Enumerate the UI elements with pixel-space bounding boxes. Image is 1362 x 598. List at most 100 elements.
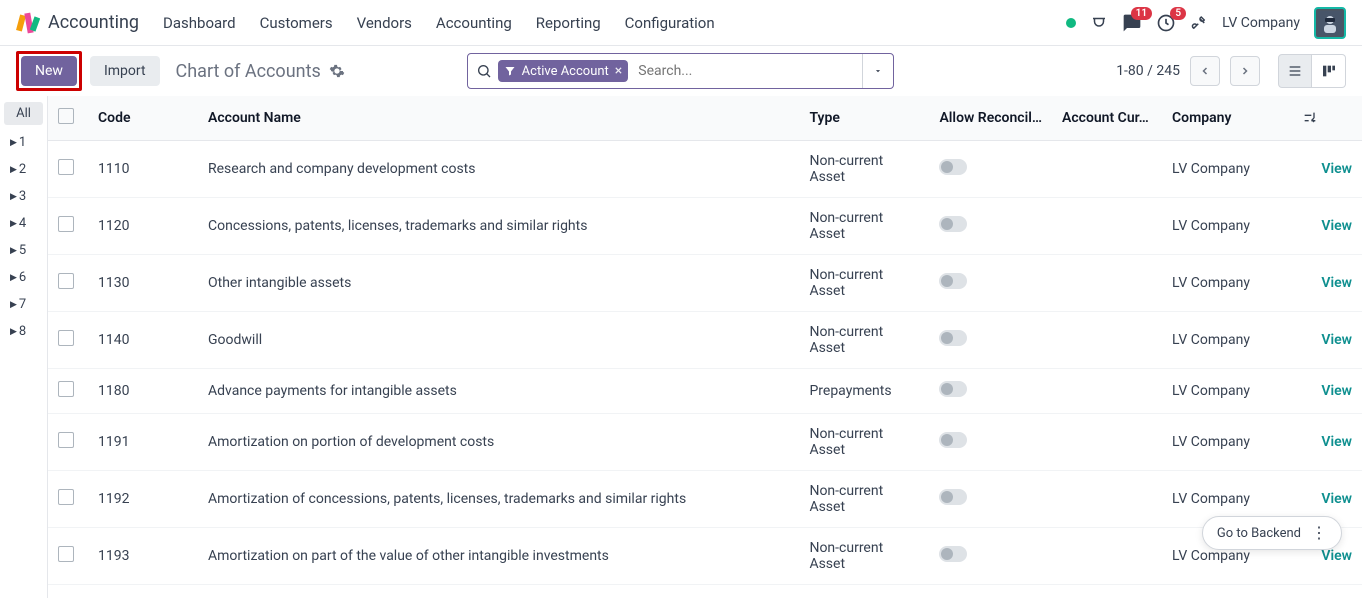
select-all-checkbox[interactable] bbox=[58, 108, 74, 124]
cell-company: LV Company bbox=[1162, 369, 1292, 414]
caret-right-icon: ▶ bbox=[10, 165, 17, 175]
table-row[interactable]: 1130Other intangible assetsNon-current A… bbox=[48, 255, 1362, 312]
view-link[interactable]: View bbox=[1321, 491, 1352, 507]
accounts-table-wrap[interactable]: Code Account Name Type Allow Reconcil… A… bbox=[48, 96, 1362, 598]
col-reconcile[interactable]: Allow Reconcil… bbox=[929, 96, 1052, 141]
sidebar-group-7[interactable]: ▶7 bbox=[0, 291, 47, 318]
page-next-button[interactable] bbox=[1230, 56, 1260, 86]
menu-dashboard[interactable]: Dashboard bbox=[163, 14, 236, 32]
view-link[interactable]: View bbox=[1321, 161, 1352, 177]
cell-type: Non-current Asset bbox=[799, 141, 929, 198]
sidebar-group-5[interactable]: ▶5 bbox=[0, 237, 47, 264]
kebab-icon[interactable]: ⋮ bbox=[1311, 525, 1327, 541]
user-avatar[interactable] bbox=[1314, 7, 1346, 39]
list-view-button[interactable] bbox=[1278, 54, 1312, 88]
cell-company: LV Company bbox=[1162, 414, 1292, 471]
cell-code: 1195 bbox=[88, 585, 198, 598]
col-name[interactable]: Account Name bbox=[198, 96, 799, 141]
cell-name: Advance payments for intangible assets bbox=[198, 369, 799, 414]
table-row[interactable]: 1110Research and company development cos… bbox=[48, 141, 1362, 198]
view-link[interactable]: View bbox=[1321, 218, 1352, 234]
sidebar-group-6[interactable]: ▶6 bbox=[0, 264, 47, 291]
col-code[interactable]: Code bbox=[88, 96, 198, 141]
row-checkbox[interactable] bbox=[58, 489, 74, 505]
menu-reporting[interactable]: Reporting bbox=[536, 14, 601, 32]
filter-chip[interactable]: Active Account × bbox=[498, 60, 629, 82]
sidebar-all[interactable]: All bbox=[4, 102, 43, 125]
tools-icon[interactable] bbox=[1190, 14, 1208, 32]
table-row[interactable]: 1180Advance payments for intangible asse… bbox=[48, 369, 1362, 414]
col-currency[interactable]: Account Cur… bbox=[1052, 96, 1162, 141]
row-checkbox[interactable] bbox=[58, 273, 74, 289]
reconcile-toggle[interactable] bbox=[939, 273, 967, 289]
row-checkbox[interactable] bbox=[58, 159, 74, 175]
reconcile-toggle[interactable] bbox=[939, 489, 967, 505]
cell-code: 1130 bbox=[88, 255, 198, 312]
kanban-view-button[interactable] bbox=[1312, 54, 1346, 88]
view-link[interactable]: View bbox=[1321, 275, 1352, 291]
cell-currency bbox=[1052, 141, 1162, 198]
reconcile-toggle[interactable] bbox=[939, 381, 967, 397]
menu-accounting[interactable]: Accounting bbox=[436, 14, 512, 32]
search-dropdown-toggle[interactable] bbox=[862, 54, 893, 88]
column-settings-icon[interactable] bbox=[1302, 110, 1352, 126]
app-title[interactable]: Accounting bbox=[48, 12, 139, 33]
sidebar-group-8[interactable]: ▶8 bbox=[0, 318, 47, 345]
reconcile-toggle[interactable] bbox=[939, 159, 967, 175]
view-link[interactable]: View bbox=[1321, 548, 1352, 564]
cell-currency bbox=[1052, 255, 1162, 312]
gear-icon[interactable] bbox=[329, 63, 345, 79]
row-checkbox[interactable] bbox=[58, 216, 74, 232]
view-link[interactable]: View bbox=[1321, 383, 1352, 399]
company-name[interactable]: LV Company bbox=[1222, 15, 1300, 31]
control-bar: New Import Chart of Accounts Active Acco… bbox=[0, 46, 1362, 96]
row-checkbox[interactable] bbox=[58, 381, 74, 397]
view-link[interactable]: View bbox=[1321, 434, 1352, 450]
page-prev-button[interactable] bbox=[1190, 56, 1220, 86]
reconcile-toggle[interactable] bbox=[939, 546, 967, 562]
sidebar-group-1[interactable]: ▶1 bbox=[0, 129, 47, 156]
menu-configuration[interactable]: Configuration bbox=[625, 14, 715, 32]
go-to-backend-button[interactable]: Go to Backend ⋮ bbox=[1202, 516, 1342, 550]
sidebar-group-2[interactable]: ▶2 bbox=[0, 156, 47, 183]
tray-icon[interactable] bbox=[1090, 14, 1108, 32]
caret-right-icon: ▶ bbox=[10, 246, 17, 256]
caret-right-icon: ▶ bbox=[10, 273, 17, 283]
cell-currency bbox=[1052, 471, 1162, 528]
page-counter[interactable]: 1-80 / 245 bbox=[1116, 63, 1180, 79]
menu-customers[interactable]: Customers bbox=[260, 14, 333, 32]
sidebar-group-4[interactable]: ▶4 bbox=[0, 210, 47, 237]
cell-type: Non-current Asset bbox=[799, 255, 929, 312]
caret-right-icon: ▶ bbox=[10, 138, 17, 148]
row-checkbox[interactable] bbox=[58, 330, 74, 346]
view-link[interactable]: View bbox=[1321, 332, 1352, 348]
row-checkbox[interactable] bbox=[58, 546, 74, 562]
table-row[interactable]: 1193Amortization on part of the value of… bbox=[48, 528, 1362, 585]
table-row[interactable]: 1191Amortization on portion of developme… bbox=[48, 414, 1362, 471]
cell-currency bbox=[1052, 414, 1162, 471]
cell-type: Non-current Asset bbox=[799, 471, 929, 528]
row-checkbox[interactable] bbox=[58, 432, 74, 448]
filter-chip-remove[interactable]: × bbox=[615, 63, 622, 79]
app-logo[interactable] bbox=[16, 11, 40, 35]
caret-right-icon: ▶ bbox=[10, 219, 17, 229]
new-button[interactable]: New bbox=[21, 56, 77, 86]
search-input[interactable] bbox=[634, 59, 854, 83]
table-row[interactable]: 1120Concessions, patents, licenses, trad… bbox=[48, 198, 1362, 255]
reconcile-toggle[interactable] bbox=[939, 330, 967, 346]
cell-company: LV Company bbox=[1162, 312, 1292, 369]
messages-icon[interactable]: 11 bbox=[1122, 13, 1142, 33]
import-button[interactable]: Import bbox=[90, 56, 160, 86]
reconcile-toggle[interactable] bbox=[939, 432, 967, 448]
table-row[interactable]: 1195Amortization of other intangible inv… bbox=[48, 585, 1362, 598]
col-company[interactable]: Company bbox=[1162, 96, 1292, 141]
col-type[interactable]: Type bbox=[799, 96, 929, 141]
table-row[interactable]: 1192Amortization of concessions, patents… bbox=[48, 471, 1362, 528]
menu-vendors[interactable]: Vendors bbox=[357, 14, 412, 32]
sidebar-group-3[interactable]: ▶3 bbox=[0, 183, 47, 210]
table-row[interactable]: 1140GoodwillNon-current AssetLV CompanyV… bbox=[48, 312, 1362, 369]
cell-company: LV Company bbox=[1162, 255, 1292, 312]
reconcile-toggle[interactable] bbox=[939, 216, 967, 232]
activities-icon[interactable]: 5 bbox=[1156, 13, 1176, 33]
top-nav: Accounting Dashboard Customers Vendors A… bbox=[0, 0, 1362, 46]
